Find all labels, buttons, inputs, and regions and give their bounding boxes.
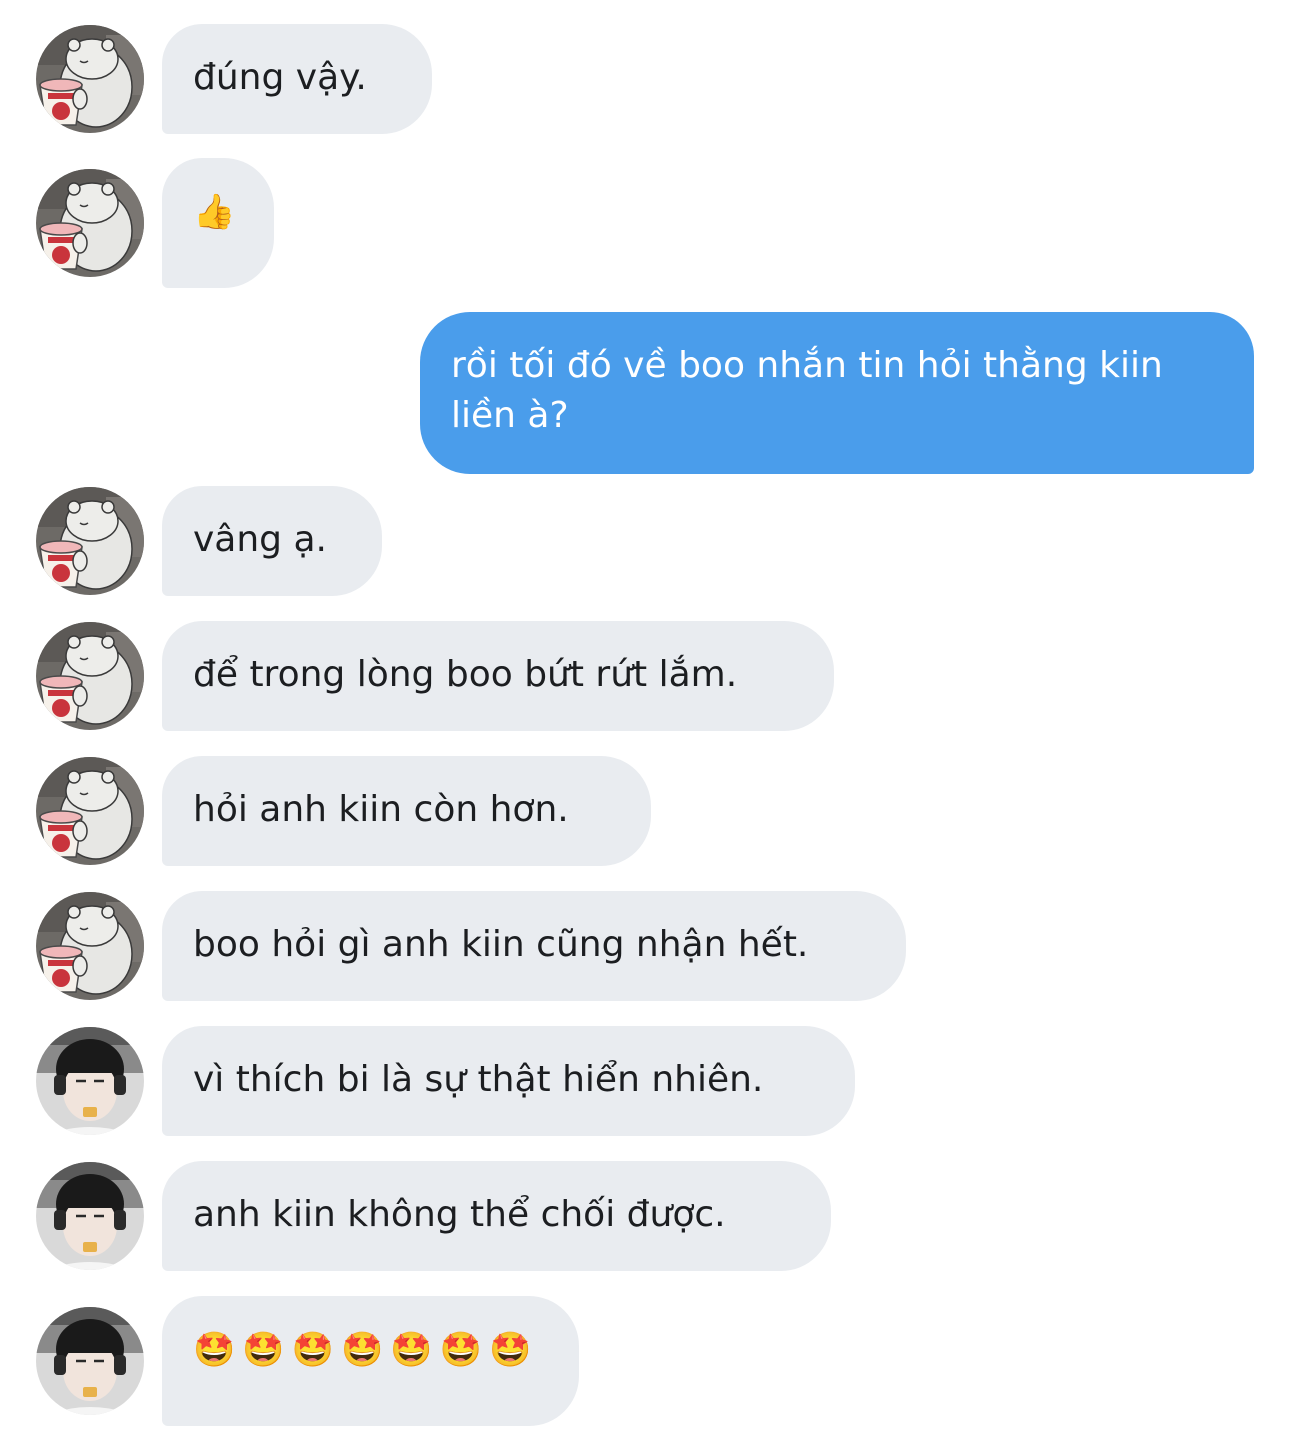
incoming-message-bubble[interactable]: 👍 bbox=[162, 158, 274, 288]
incoming-message-row: 👍 bbox=[0, 158, 1290, 288]
message-text: để trong lòng boo bứt rứt lắm. bbox=[193, 654, 738, 695]
message-text: anh kiin không thể chối được. bbox=[193, 1194, 726, 1235]
person-avatar-icon[interactable] bbox=[36, 1307, 144, 1415]
star-struck-emoji-icon: 🤩 bbox=[489, 1330, 532, 1370]
incoming-message-bubble[interactable]: đúng vậy. bbox=[162, 24, 432, 134]
star-struck-emoji-icon: 🤩 bbox=[341, 1330, 384, 1370]
incoming-message-bubble[interactable]: anh kiin không thể chối được. bbox=[162, 1161, 831, 1271]
star-struck-emoji-icon: 🤩 bbox=[439, 1330, 483, 1370]
star-struck-emoji-icon: 🤩 bbox=[242, 1330, 285, 1370]
star-struck-emoji-icon: 🤩 bbox=[291, 1330, 335, 1370]
incoming-message-bubble[interactable]: vâng ạ. bbox=[162, 486, 382, 596]
message-text: vì thích bi là sự thật hiển nhiên. bbox=[193, 1059, 764, 1100]
incoming-message-row: vì thích bi là sự thật hiển nhiên. bbox=[0, 1026, 1290, 1136]
person-avatar-icon[interactable] bbox=[36, 1027, 144, 1135]
bear-avatar-icon[interactable] bbox=[36, 25, 144, 133]
incoming-message-bubble[interactable]: hỏi anh kiin còn hơn. bbox=[162, 756, 651, 866]
message-text: hỏi anh kiin còn hơn. bbox=[193, 789, 569, 830]
incoming-message-bubble[interactable]: 🤩 🤩 🤩 🤩 🤩 🤩 🤩 bbox=[162, 1296, 579, 1426]
bear-avatar-icon[interactable] bbox=[36, 757, 144, 865]
star-struck-emoji-icon: 🤩 bbox=[193, 1330, 236, 1370]
person-avatar-icon[interactable] bbox=[36, 1162, 144, 1270]
incoming-message-bubble[interactable]: vì thích bi là sự thật hiển nhiên. bbox=[162, 1026, 855, 1136]
incoming-message-row: vâng ạ. bbox=[0, 486, 1290, 596]
thumbs-up-icon: 👍 bbox=[193, 192, 236, 232]
bear-avatar-icon[interactable] bbox=[36, 169, 144, 277]
outgoing-message-row: rồi tối đó về boo nhắn tin hỏi thằng kii… bbox=[0, 312, 1290, 474]
emoji-line: 🤩 🤩 🤩 🤩 🤩 🤩 🤩 bbox=[193, 1325, 548, 1375]
incoming-message-row: 🤩 🤩 🤩 🤩 🤩 🤩 🤩 bbox=[0, 1296, 1290, 1426]
star-struck-emoji-icon: 🤩 bbox=[390, 1330, 433, 1370]
bear-avatar-icon[interactable] bbox=[36, 622, 144, 730]
outgoing-message-bubble[interactable]: rồi tối đó về boo nhắn tin hỏi thằng kii… bbox=[420, 312, 1254, 474]
incoming-message-row: hỏi anh kiin còn hơn. bbox=[0, 756, 1290, 866]
incoming-message-row: boo hỏi gì anh kiin cũng nhận hết. bbox=[0, 891, 1290, 1001]
bear-avatar-icon[interactable] bbox=[36, 892, 144, 1000]
incoming-message-row: để trong lòng boo bứt rứt lắm. bbox=[0, 621, 1290, 731]
message-text: đúng vậy. bbox=[193, 57, 367, 98]
bear-avatar-icon[interactable] bbox=[36, 487, 144, 595]
incoming-message-bubble[interactable]: để trong lòng boo bứt rứt lắm. bbox=[162, 621, 834, 731]
incoming-message-bubble[interactable]: boo hỏi gì anh kiin cũng nhận hết. bbox=[162, 891, 906, 1001]
message-text: rồi tối đó về boo nhắn tin hỏi thằng kii… bbox=[451, 345, 1163, 436]
incoming-message-row: anh kiin không thể chối được. bbox=[0, 1161, 1290, 1271]
message-text: vâng ạ. bbox=[193, 519, 327, 560]
message-text: boo hỏi gì anh kiin cũng nhận hết. bbox=[193, 924, 809, 965]
incoming-message-row: đúng vậy. bbox=[0, 24, 1290, 134]
